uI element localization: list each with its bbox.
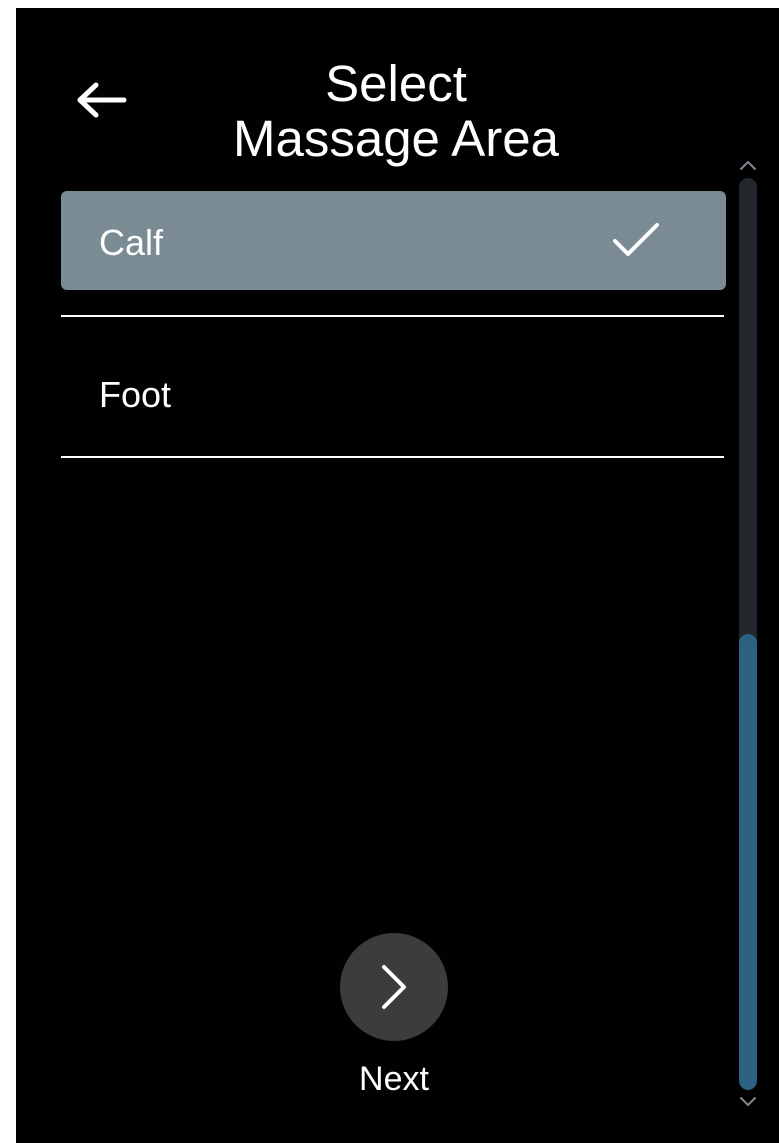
option-calf[interactable]: Calf — [61, 191, 726, 290]
option-calf-label: Calf — [99, 222, 164, 263]
page-title-line1: Select — [325, 55, 467, 112]
chevron-down-icon[interactable] — [738, 1095, 758, 1109]
divider — [61, 315, 724, 317]
next-label[interactable]: Next — [316, 1060, 472, 1099]
back-button[interactable] — [72, 76, 132, 126]
scrollbar-track[interactable] — [739, 178, 757, 1090]
option-foot[interactable]: Foot — [61, 344, 726, 454]
next-button[interactable] — [340, 933, 448, 1041]
arrow-left-icon — [77, 82, 127, 118]
page-title-line2: Massage Area — [232, 110, 560, 167]
page-title: Select Massage Area — [206, 56, 586, 166]
divider — [61, 456, 724, 458]
option-foot-label: Foot — [99, 374, 172, 415]
chevron-up-icon[interactable] — [738, 158, 758, 172]
checkmark-icon — [613, 223, 659, 256]
chevron-right-icon — [382, 965, 406, 1009]
massage-area-screen: Select Massage Area Calf Foot Next — [16, 8, 779, 1143]
scrollbar-thumb[interactable] — [739, 634, 757, 1090]
